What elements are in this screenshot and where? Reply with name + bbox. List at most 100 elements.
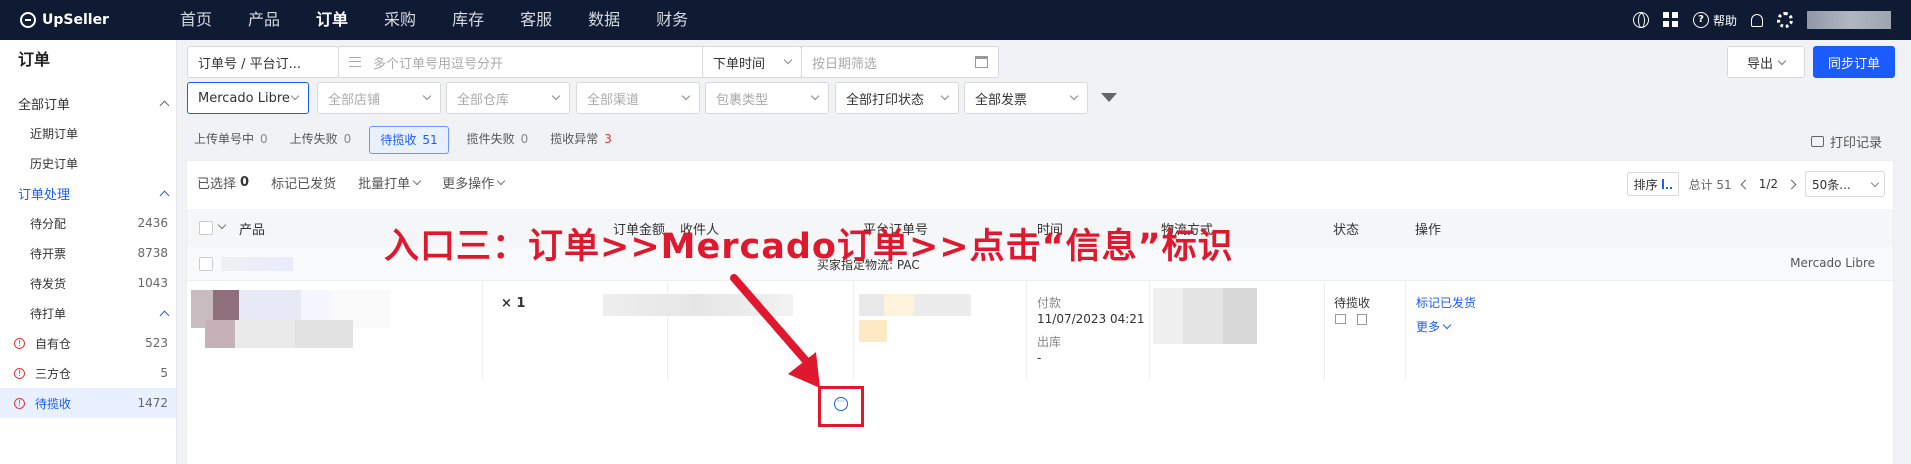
tab-count: 0 [260, 132, 268, 146]
time-type-value: 下单时间 [713, 56, 766, 72]
page-size-select[interactable]: 50条... [1805, 171, 1885, 197]
nav-orders[interactable]: 订单 [298, 0, 366, 40]
printer-icon [1811, 136, 1824, 147]
chevron-down-icon [1870, 178, 1880, 188]
nav-data[interactable]: 数据 [570, 0, 638, 40]
package-type-select[interactable]: 包裹类型 [705, 82, 829, 114]
nav-inventory[interactable]: 库存 [434, 0, 502, 40]
chevron-down-icon [783, 55, 793, 65]
batch-print-label: 批量打单 [358, 177, 411, 192]
tab-uploading[interactable]: 上传单号中 0 [190, 126, 272, 154]
nav-customer-service[interactable]: 客服 [502, 0, 570, 40]
chevron-up-icon [159, 310, 170, 320]
bell-icon[interactable] [1751, 13, 1763, 27]
nav-purchase[interactable]: 采购 [366, 0, 434, 40]
header-product: 产品 [239, 222, 266, 238]
sidebar-item-label: 自有仓 [35, 336, 72, 351]
sidebar-title: 订单 [18, 50, 51, 69]
sidebar-subgroup-to-print[interactable]: 待打单 [0, 298, 176, 328]
sidebar-item-history-orders[interactable]: 历史订单 [0, 148, 176, 178]
tab-count: 51 [422, 133, 438, 147]
select-all-checkbox[interactable] [199, 221, 213, 235]
platform-select[interactable]: Mercado Libre [187, 82, 309, 114]
sidebar-item-to-invoice[interactable]: 待开票 8738 [0, 238, 176, 268]
sidebar: 订单 全部订单 近期订单 历史订单 订单处理 待分配 2436 待开票 8738 待… [0, 40, 177, 464]
date-placeholder: 按日期筛选 [812, 56, 878, 72]
mark-shipped-link[interactable]: 标记已发货 [1416, 294, 1476, 311]
sidebar-item-count: 1472 [137, 396, 168, 410]
apps-grid-icon[interactable] [1662, 12, 1679, 28]
sidebar-item-recent-orders[interactable]: 近期订单 [0, 118, 176, 148]
date-filter-input[interactable]: 按日期筛选 [801, 46, 999, 78]
mark-shipped-button[interactable]: 标记已发货 [271, 173, 336, 192]
gear-icon[interactable] [1777, 12, 1793, 28]
sidebar-item-to-ship[interactable]: 待发货 1043 [0, 268, 176, 298]
sidebar-group-all-orders[interactable]: 全部订单 [0, 88, 176, 118]
tab-pickup-failed[interactable]: 揽件失败 0 [463, 126, 533, 154]
top-navbar: UpSeller 首页 产品 订单 采购 库存 客服 数据 财务 ? 帮助 [0, 0, 1911, 40]
document-icon[interactable] [1357, 314, 1367, 325]
sidebar-group-order-processing[interactable]: 订单处理 [0, 178, 176, 208]
package-type-value: 包裹类型 [716, 92, 769, 108]
table-toolbar: 已选择 0 标记已发货 批量打单 更多操作 [197, 173, 526, 192]
sidebar-item-count: 8738 [137, 246, 168, 260]
channel-select[interactable]: 全部渠道 [576, 82, 700, 114]
warehouse-select[interactable]: 全部仓库 [446, 82, 570, 114]
invoice-value: 全部发票 [975, 92, 1028, 108]
more-actions-dropdown[interactable]: 更多操作 [442, 173, 506, 192]
print-status-select[interactable]: 全部打印状态 [835, 82, 959, 114]
prev-page-icon[interactable] [1740, 179, 1751, 189]
chevron-down-icon [810, 91, 820, 101]
order-type-value: 订单号 / 平台订... [198, 56, 302, 72]
order-type-select[interactable]: 订单号 / 平台订... [187, 46, 339, 78]
row-group-checkbox[interactable] [199, 257, 213, 271]
sync-orders-button[interactable]: 同步订单 [1813, 46, 1895, 78]
help-label: 帮助 [1712, 13, 1737, 28]
nav-products[interactable]: 产品 [230, 0, 298, 40]
annotation-arrow [730, 274, 820, 388]
nav-finance[interactable]: 财务 [638, 0, 706, 40]
export-button[interactable]: 导出 [1727, 46, 1805, 78]
tab-pickup-exception[interactable]: 揽收异常 3 [546, 126, 616, 154]
sort-button[interactable]: 排序 [1626, 172, 1679, 196]
logo-text: UpSeller [42, 12, 109, 28]
nav-home[interactable]: 首页 [162, 0, 230, 40]
chat-message-icon[interactable]: ··· [834, 397, 848, 411]
header-actions: 操作 [1415, 222, 1442, 238]
help-link[interactable]: ? 帮助 [1692, 12, 1737, 29]
logo[interactable]: UpSeller [20, 12, 140, 28]
sidebar-item-label: 近期订单 [30, 126, 79, 141]
sidebar-item-count: 5 [160, 366, 168, 380]
globe-icon[interactable] [1632, 12, 1649, 28]
chevron-up-icon [159, 190, 170, 200]
sidebar-item-awaiting-pickup[interactable]: ! 待揽收 1472 [0, 388, 176, 418]
filter-icon[interactable] [1101, 93, 1117, 102]
table-body-rest [187, 381, 1893, 464]
time-type-select[interactable]: 下单时间 [702, 46, 802, 78]
next-page-icon[interactable] [1786, 179, 1797, 189]
sidebar-item-to-assign[interactable]: 待分配 2436 [0, 208, 176, 238]
tab-upload-failed[interactable]: 上传失败 0 [286, 126, 356, 154]
tab-awaiting-pickup[interactable]: 待揽收 51 [369, 126, 449, 154]
sidebar-item-third-party-warehouse[interactable]: ! 三方仓 5 [0, 358, 176, 388]
warning-icon: ! [14, 337, 25, 349]
sync-label: 同步订单 [1827, 56, 1880, 72]
platform-order-tag-blurred [859, 320, 887, 342]
barcode-icon[interactable] [1335, 314, 1346, 324]
more-actions-link[interactable]: 更多 [1416, 318, 1452, 335]
tab-label: 上传单号中 [194, 132, 255, 146]
store-select[interactable]: 全部店铺 [317, 82, 441, 114]
chevron-down-icon [412, 176, 422, 186]
print-log-label: 打印记录 [1830, 136, 1883, 151]
page-indicator: 1/2 [1758, 177, 1778, 191]
invoice-select[interactable]: 全部发票 [964, 82, 1088, 114]
out-value: - [1037, 351, 1042, 365]
sidebar-item-own-warehouse[interactable]: ! 自有仓 523 [0, 328, 176, 358]
store-name-blurred [221, 257, 293, 271]
chevron-down-icon[interactable] [217, 220, 227, 230]
col-divider [482, 282, 483, 380]
print-log-link[interactable]: 打印记录 [1811, 132, 1882, 151]
user-account[interactable] [1807, 11, 1891, 29]
sidebar-item-label: 待分配 [30, 216, 67, 231]
batch-print-dropdown[interactable]: 批量打单 [358, 173, 422, 192]
